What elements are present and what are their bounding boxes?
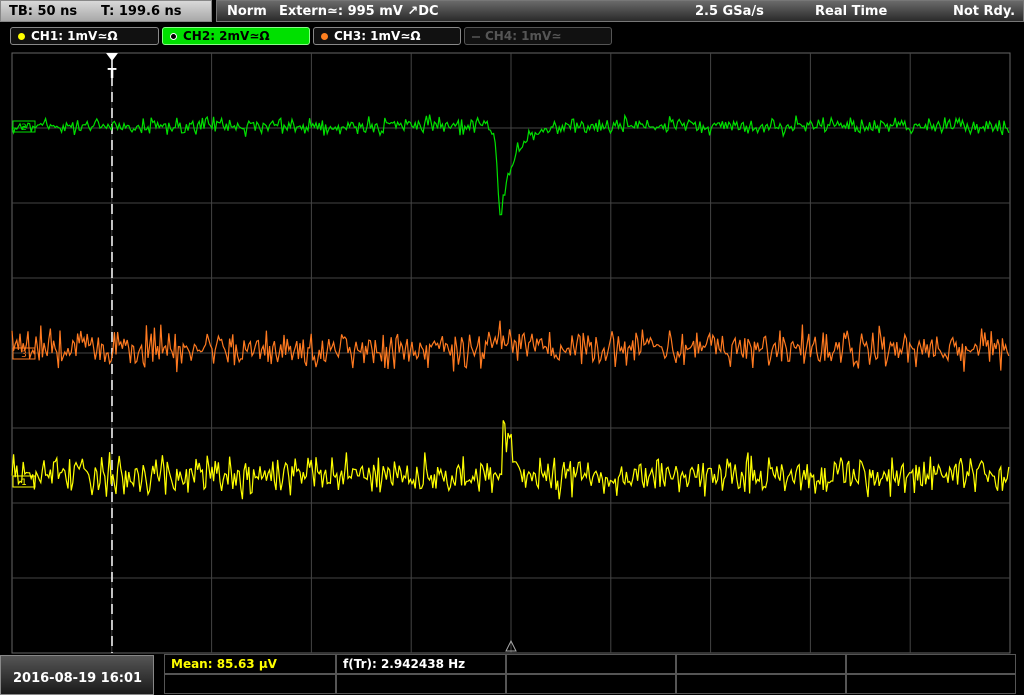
acquisition-status-bar[interactable]: Norm Extern≃: 995 mV ↗DC 2.5 GSa/s Real …	[216, 0, 1024, 22]
trigger-info: Extern≃: 995 mV ↗DC	[279, 4, 439, 19]
timebase-box[interactable]: TB: 50 ns T: 199.6 ns	[0, 0, 212, 22]
ch4-label: CH4: 1mV≃	[485, 29, 562, 43]
ch2-color-icon	[170, 33, 177, 40]
channel-2-button[interactable]: CH2: 2mV≃Ω	[162, 27, 310, 45]
waveform-display[interactable]: T 2 3 1	[0, 48, 1024, 655]
datetime-box: 2016-08-19 16:01	[0, 655, 154, 695]
measurement-slot-10[interactable]	[846, 674, 1016, 694]
channel-4-button[interactable]: CH4: 1mV≃	[464, 27, 612, 45]
measurement-slot-9[interactable]	[676, 674, 846, 694]
freq-value: f(Tr): 2.942438 Hz	[343, 657, 466, 671]
timebase-value: TB: 50 ns	[9, 4, 78, 19]
trigger-time-value: T: 199.6 ns	[101, 4, 182, 19]
waveform-svg: T 2 3 1	[0, 48, 1024, 655]
acq-mode: Norm	[227, 4, 267, 19]
measurement-slot-8[interactable]	[506, 674, 676, 694]
sample-rate: 2.5 GSa/s	[695, 4, 764, 19]
channel-bar: CH1: 1mV≃Ω CH2: 2mV≃Ω CH3: 1mV≃Ω CH4: 1m…	[0, 24, 1024, 48]
ch2-label: CH2: 2mV≃Ω	[183, 29, 270, 43]
measurement-slot-6[interactable]	[164, 674, 336, 694]
mean-measurement[interactable]: Mean: 85.63 µV	[164, 654, 336, 674]
mean-value: Mean: 85.63 µV	[171, 657, 277, 671]
measurement-slot-5[interactable]	[846, 654, 1016, 674]
realtime-label: Real Time	[815, 4, 888, 19]
ch2-marker-label: 2	[21, 123, 27, 133]
channel-1-button[interactable]: CH1: 1mV≃Ω	[10, 27, 159, 45]
ch3-color-icon	[321, 33, 328, 40]
top-status-bar: TB: 50 ns T: 199.6 ns Norm Extern≃: 995 …	[0, 0, 1024, 24]
measurement-slot-4[interactable]	[676, 654, 846, 674]
channel-3-button[interactable]: CH3: 1mV≃Ω	[313, 27, 461, 45]
ch4-off-icon	[472, 36, 480, 38]
datetime-label: 2016-08-19 16:01	[13, 671, 143, 686]
ready-status: Not Rdy.	[953, 4, 1016, 19]
ch1-marker-label: 1	[21, 478, 27, 488]
frequency-measurement[interactable]: f(Tr): 2.942438 Hz	[336, 654, 506, 674]
ch1-label: CH1: 1mV≃Ω	[31, 29, 118, 43]
ch3-marker-label: 3	[21, 350, 27, 360]
ch1-color-icon	[18, 33, 25, 40]
measurement-slot-3[interactable]	[506, 654, 676, 674]
ch3-label: CH3: 1mV≃Ω	[334, 29, 421, 43]
trigger-marker-label: T	[108, 67, 117, 82]
measurement-slot-7[interactable]	[336, 674, 506, 694]
